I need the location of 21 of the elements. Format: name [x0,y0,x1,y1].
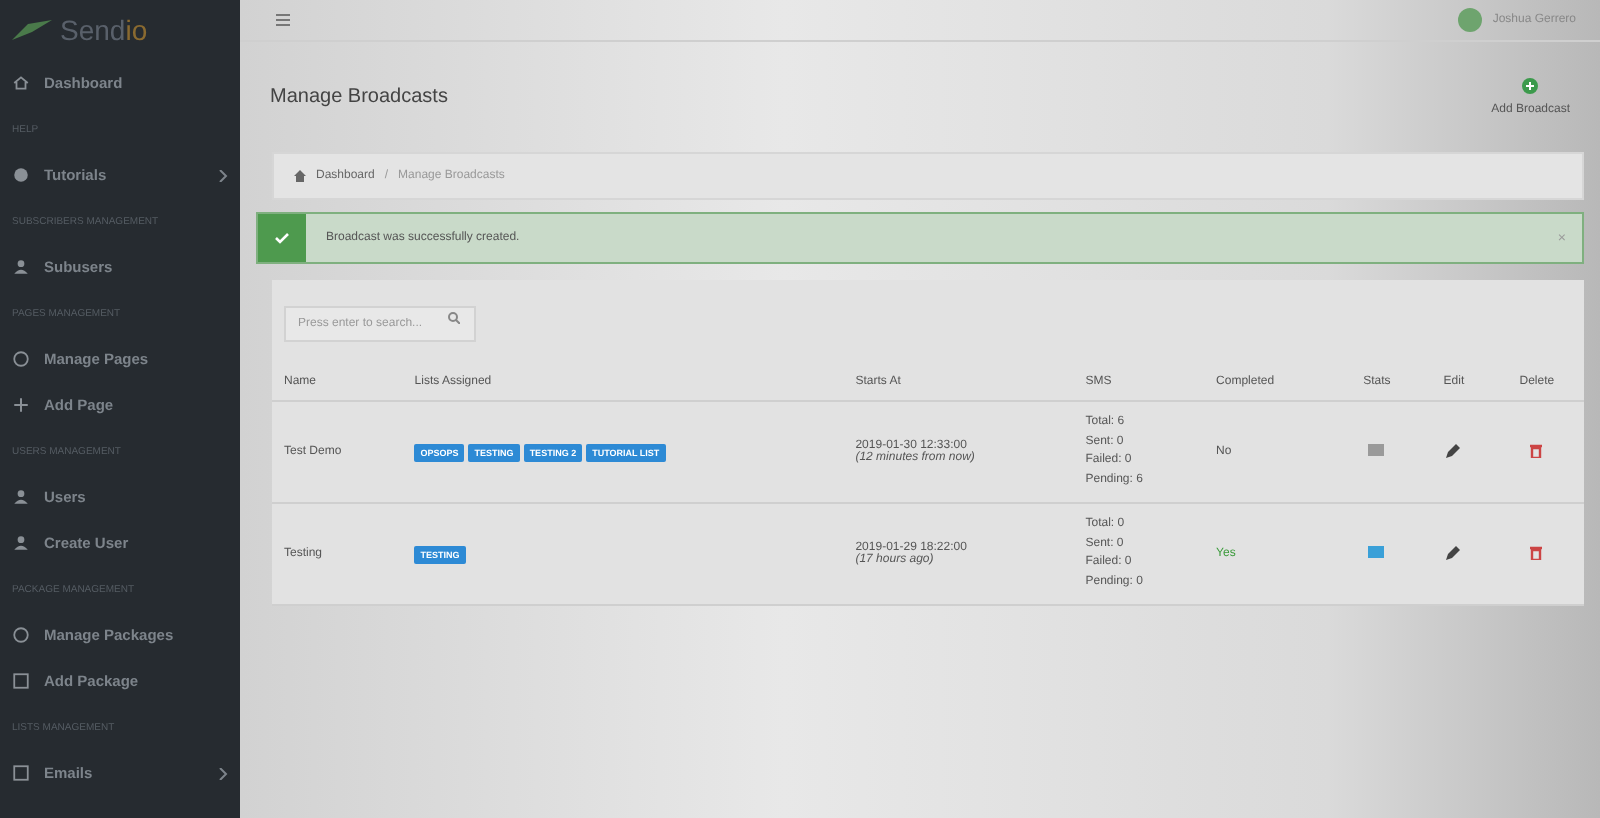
user-icon [12,534,30,552]
trash-icon[interactable] [1530,545,1543,559]
square-icon [12,672,30,690]
plus-icon [12,396,30,414]
logo-icon [12,18,52,42]
user-icon [12,488,30,506]
menu-icon[interactable] [276,14,290,26]
home-icon [294,170,306,182]
logo-text: Sendio [60,14,148,46]
square-icon [12,764,30,782]
chevron-icon [218,169,228,181]
pencil-icon[interactable] [1446,443,1461,457]
trash-icon[interactable] [1530,443,1543,457]
search-icon [448,312,460,324]
chevron-icon [218,767,228,779]
check-icon [274,232,290,244]
plus-circle-icon [1522,78,1539,94]
home-icon [12,74,30,92]
page-title: Manage Broadcasts [270,86,448,108]
user-icon [12,258,30,276]
pencil-icon[interactable] [1446,545,1461,559]
